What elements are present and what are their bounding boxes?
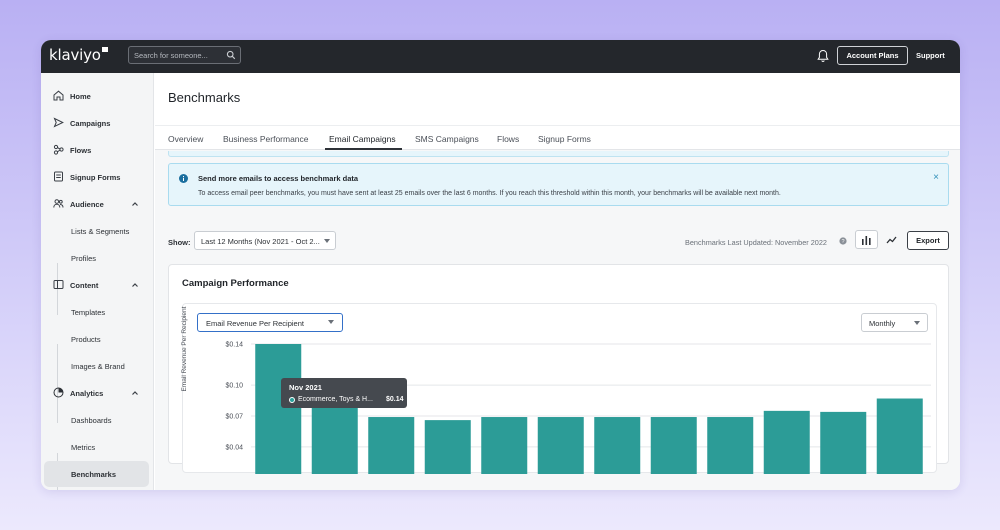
- campaigns-icon: [53, 117, 64, 128]
- sidebar-item-audience[interactable]: Audience: [44, 191, 149, 217]
- sidebar: Home Campaigns Flows Signup Forms Audien…: [41, 73, 154, 490]
- flows-icon: [53, 144, 64, 155]
- period-select[interactable]: Last 12 Months (Nov 2021 - Oct 2...: [194, 231, 336, 250]
- app-window: klaviyo Account Plans Support Home Campa…: [41, 40, 960, 490]
- chart-bar[interactable]: [820, 411, 867, 474]
- chart-bar[interactable]: [594, 417, 641, 474]
- sidebar-item-templates[interactable]: Templates: [44, 299, 149, 325]
- sidebar-item-label: Metrics: [71, 443, 96, 452]
- sidebar-item-home[interactable]: Home: [44, 83, 149, 109]
- sidebar-item-label: Campaigns: [70, 119, 111, 128]
- tooltip-series-dot: [289, 397, 295, 403]
- bar-chart-view-button[interactable]: [855, 230, 878, 249]
- chart-bar[interactable]: [424, 420, 471, 474]
- line-chart-icon: [886, 236, 897, 243]
- sidebar-item-analytics[interactable]: Analytics: [44, 380, 149, 406]
- tooltip-title: Nov 2021: [289, 383, 322, 392]
- period-select-value: Last 12 Months (Nov 2021 - Oct 2...: [201, 237, 320, 246]
- export-button[interactable]: Export: [907, 231, 949, 250]
- tooltip-value: $0.14: [386, 396, 404, 403]
- y-tick-label: $0.10: [225, 383, 243, 390]
- sidebar-item-label: Home: [70, 92, 91, 101]
- sidebar-item-label: Products: [71, 335, 101, 344]
- sidebar-item-label: Images & Brand: [71, 362, 125, 371]
- chart-bar[interactable]: [368, 417, 415, 474]
- chevron-up-icon[interactable]: [131, 200, 139, 208]
- line-chart-view-button[interactable]: [880, 230, 903, 249]
- sidebar-item-profiles[interactable]: Profiles: [44, 245, 149, 271]
- tooltip-series-name: Ecommerce, Toys & H...: [298, 396, 373, 403]
- sidebar-item-campaigns[interactable]: Campaigns: [44, 110, 149, 136]
- help-icon[interactable]: ?: [839, 237, 847, 245]
- sidebar-item-label: Dashboards: [71, 416, 112, 425]
- home-icon: [53, 90, 64, 101]
- sidebar-item-flows[interactable]: Flows: [44, 137, 149, 163]
- sidebar-item-label: Flows: [70, 146, 92, 155]
- y-tick-label: $0.14: [225, 342, 243, 349]
- bar-chart-icon: [862, 235, 871, 245]
- caret-down-icon: [324, 239, 330, 243]
- y-tick-label: $0.04: [225, 444, 243, 451]
- sidebar-item-label: Templates: [71, 308, 106, 317]
- campaign-performance-card: Campaign Performance Email Revenue Per R…: [168, 264, 949, 474]
- sidebar-item-label: Content: [70, 281, 99, 290]
- chart-bar[interactable]: [537, 417, 584, 474]
- benchmarks-last-updated: Benchmarks Last Updated: November 2022: [685, 238, 827, 247]
- chart-tooltip: Nov 2021 Ecommerce, Toys & H... $0.14: [281, 378, 407, 408]
- sidebar-item-images-brand[interactable]: Images & Brand: [44, 353, 149, 379]
- klaviyo-logo[interactable]: klaviyo: [49, 46, 108, 64]
- card-title: Campaign Performance: [182, 278, 289, 289]
- sidebar-item-signup-forms[interactable]: Signup Forms: [44, 164, 149, 190]
- chart-panel: Email Revenue Per Recipient Monthly Emai…: [181, 303, 937, 474]
- analytics-icon: [53, 387, 64, 398]
- sidebar-item-label: Profiles: [71, 254, 97, 263]
- chevron-up-icon[interactable]: [131, 389, 139, 397]
- chart-bar[interactable]: [763, 410, 810, 474]
- sidebar-item-label: Signup Forms: [70, 173, 121, 182]
- sidebar-item-metrics[interactable]: Metrics: [44, 434, 149, 460]
- chart-bar[interactable]: [650, 417, 697, 474]
- chart-bar[interactable]: [876, 398, 923, 474]
- chart-bar[interactable]: [707, 417, 754, 474]
- sidebar-item-label: Analytics: [70, 389, 104, 398]
- audience-icon: [53, 199, 64, 208]
- chevron-up-icon[interactable]: [131, 281, 139, 289]
- sidebar-item-label: Lists & Segments: [71, 227, 130, 236]
- sidebar-item-content[interactable]: Content: [44, 272, 149, 298]
- show-label: Show:: [168, 238, 191, 247]
- svg-text:?: ?: [841, 239, 844, 245]
- signup-forms-icon: [54, 171, 63, 182]
- controls-layer: Show: Last 12 Months (Nov 2021 - Oct 2..…: [155, 40, 960, 490]
- chart-bar[interactable]: [255, 344, 302, 474]
- sidebar-item-products[interactable]: Products: [44, 326, 149, 352]
- sidebar-item-label: Benchmarks: [71, 470, 117, 479]
- content-icon: [53, 280, 64, 289]
- sidebar-item-lists-segments[interactable]: Lists & Segments: [44, 218, 149, 244]
- chart-bar[interactable]: [481, 417, 528, 474]
- sidebar-item-label: Audience: [70, 200, 104, 209]
- sidebar-item-dashboards[interactable]: Dashboards: [44, 407, 149, 433]
- y-tick-label: $0.07: [225, 414, 243, 421]
- sidebar-item-benchmarks[interactable]: Benchmarks: [44, 461, 149, 487]
